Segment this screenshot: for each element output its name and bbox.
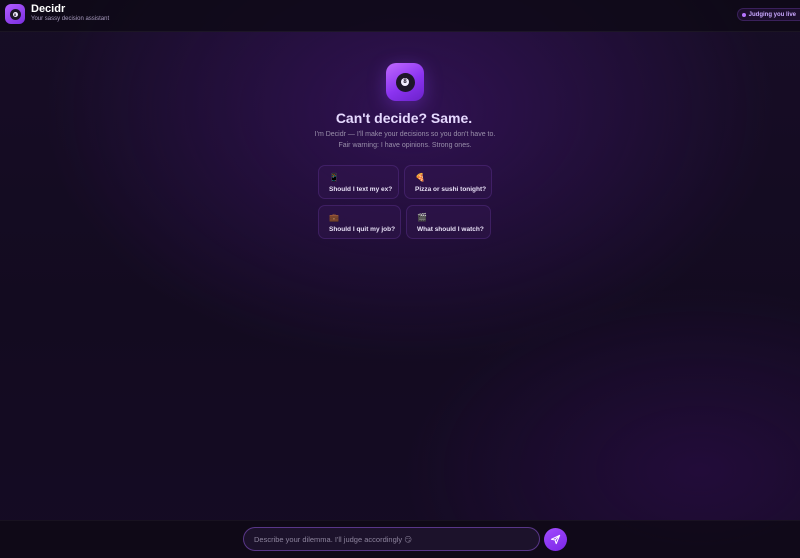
suggestion-card-quit-job[interactable]: 💼 Should I quit my job? (318, 205, 401, 239)
suggestion-label: Pizza or sushi tonight? (415, 186, 487, 193)
suggestion-label: What should I watch? (417, 226, 484, 233)
dilemma-input[interactable] (243, 527, 540, 551)
pizza-icon: 🍕 (415, 173, 425, 182)
send-icon (550, 534, 561, 545)
status-text: Judging you live (748, 11, 796, 18)
clapperboard-icon: 🎬 (417, 213, 427, 222)
briefcase-icon: 💼 (329, 213, 339, 222)
send-button[interactable] (544, 528, 567, 551)
hero-title: Can't decide? Same. (335, 110, 473, 126)
status-badge: Judging you live (736, 8, 800, 21)
app-tagline: Your sassy decision assistant (31, 16, 110, 22)
app-logo: 8 (5, 4, 25, 24)
app-header: 8 Decidr Your sassy decision assistant J… (0, 0, 800, 32)
hero-logo: 8 (386, 63, 424, 101)
app-name: Decidr (31, 3, 66, 15)
status-dot-icon (741, 12, 746, 17)
suggestion-card-text-ex[interactable]: 📱 Should I text my ex? (318, 165, 399, 199)
phone-icon: 📱 (329, 173, 339, 182)
suggestion-card-what-watch[interactable]: 🎬 What should I watch? (406, 205, 491, 239)
suggestion-label: Should I text my ex? (329, 186, 393, 193)
eight-ball-icon: 8 (395, 72, 415, 92)
eight-ball-icon: 8 (9, 8, 21, 20)
suggestion-label: Should I quit my job? (329, 226, 396, 233)
suggestion-card-pizza-sushi[interactable]: 🍕 Pizza or sushi tonight? (404, 165, 492, 199)
hero-description: I'm Decidr — I'll make your decisions so… (314, 131, 496, 149)
